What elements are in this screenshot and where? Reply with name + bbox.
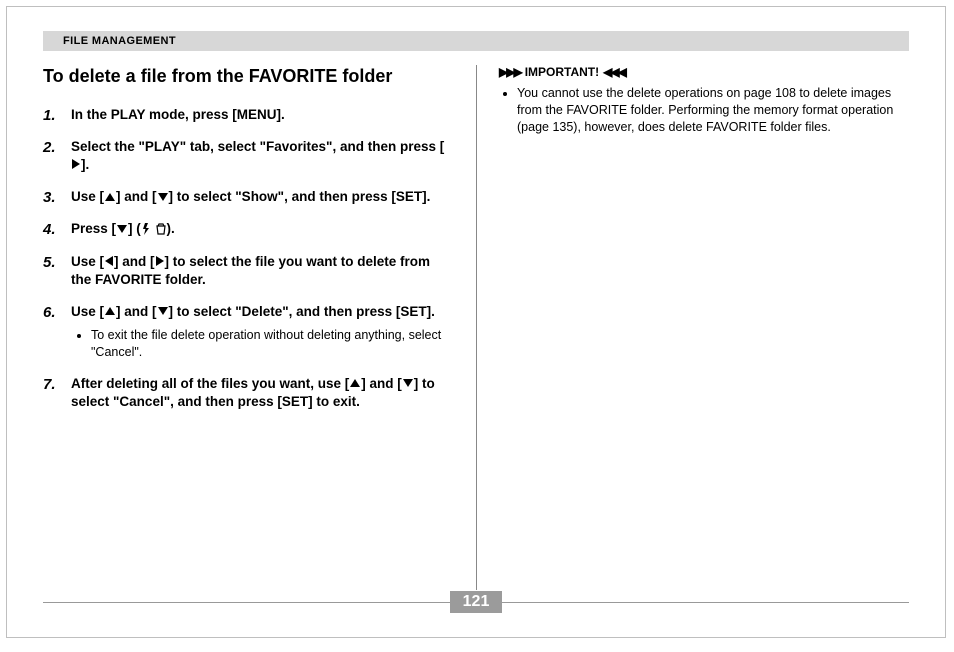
triangle-down-icon — [117, 225, 127, 233]
step-3: Use [ ] and [ ] to select "Show", and then… — [43, 188, 454, 206]
step-text: ] and [ — [116, 304, 157, 319]
important-heading: ▶▶▶ IMPORTANT! ◀◀◀ — [499, 65, 909, 79]
step-text: Use [ — [71, 304, 104, 319]
step-text: ]. — [81, 157, 89, 172]
flash-icon — [142, 223, 150, 235]
step-text: After deleting all of the files you want… — [71, 376, 349, 391]
step-text: ] to select "Delete", and then press [SE… — [169, 304, 435, 319]
left-column: To delete a file from the FAVORITE folde… — [43, 65, 476, 590]
page-number: 121 — [450, 591, 502, 613]
page-number-bar: 121 — [43, 591, 909, 613]
manual-page: FILE MANAGEMENT To delete a file from th… — [6, 6, 946, 638]
triangle-right-icon — [156, 256, 164, 266]
step-6-sublist: To exit the file delete operation withou… — [71, 327, 454, 361]
step-text: ] and [ — [116, 189, 157, 204]
triangle-up-icon — [350, 379, 360, 387]
trash-icon — [156, 223, 166, 235]
step-text: Use [ — [71, 189, 104, 204]
triangle-up-icon — [105, 193, 115, 201]
important-label-text: IMPORTANT! — [525, 65, 599, 79]
important-arrows-right-icon: ◀◀◀ — [603, 65, 625, 79]
right-column: ▶▶▶ IMPORTANT! ◀◀◀ You cannot use the de… — [476, 65, 909, 590]
triangle-right-icon — [72, 159, 80, 169]
step-text: ] and [ — [361, 376, 402, 391]
step-text: Select the "PLAY" tab, select "Favorites… — [71, 139, 444, 154]
divider-line — [502, 602, 909, 603]
step-text: In the PLAY mode, press [MENU]. — [71, 107, 285, 122]
step-text: Press [ — [71, 221, 116, 236]
step-2: Select the "PLAY" tab, select "Favorites… — [43, 138, 454, 174]
important-list: You cannot use the delete operations on … — [499, 85, 909, 136]
step-text: ] ( — [128, 221, 141, 236]
important-item: You cannot use the delete operations on … — [517, 85, 909, 136]
procedure-title: To delete a file from the FAVORITE folde… — [43, 65, 454, 88]
step-6: Use [ ] and [ ] to select "Delete", and th… — [43, 303, 454, 361]
step-4: Press [ ] ( ). — [43, 220, 454, 238]
step-text: Use [ — [71, 254, 104, 269]
content-columns: To delete a file from the FAVORITE folde… — [43, 65, 909, 590]
step-6-subitem: To exit the file delete operation withou… — [91, 327, 454, 361]
divider-line — [43, 602, 450, 603]
section-header: FILE MANAGEMENT — [43, 31, 909, 51]
important-arrows-left-icon: ▶▶▶ — [499, 65, 521, 79]
step-text: ). — [167, 221, 175, 236]
step-5: Use [] and [] to select the file you wan… — [43, 253, 454, 289]
steps-list: In the PLAY mode, press [MENU]. Select t… — [43, 106, 454, 412]
step-1: In the PLAY mode, press [MENU]. — [43, 106, 454, 124]
triangle-down-icon — [158, 193, 168, 201]
triangle-down-icon — [403, 379, 413, 387]
section-header-text: FILE MANAGEMENT — [63, 35, 176, 47]
step-7: After deleting all of the files you want… — [43, 375, 454, 411]
triangle-up-icon — [105, 307, 115, 315]
step-text: ] and [ — [114, 254, 155, 269]
step-text: ] to select "Show", and then press [SET]… — [169, 189, 431, 204]
triangle-down-icon — [158, 307, 168, 315]
triangle-left-icon — [105, 256, 113, 266]
